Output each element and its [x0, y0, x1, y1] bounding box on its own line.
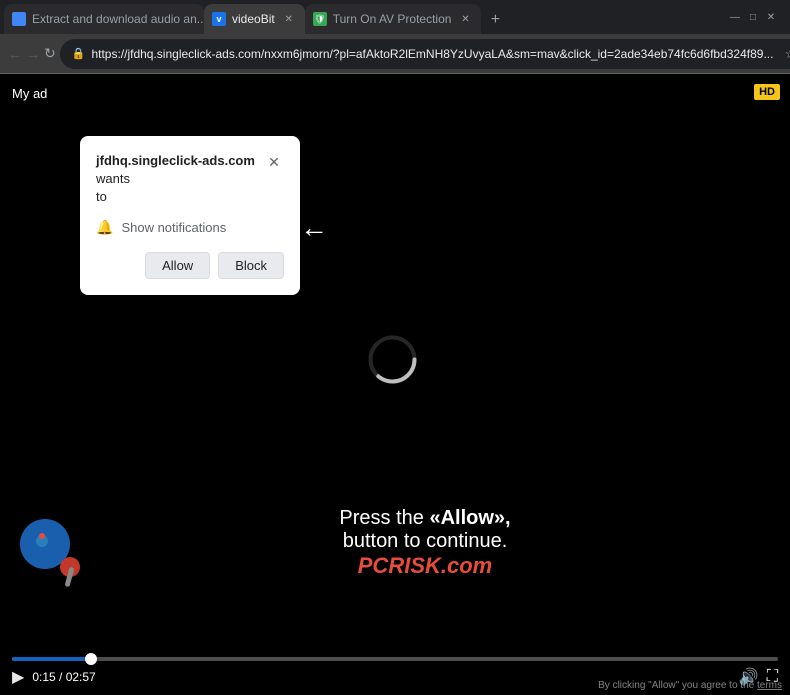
- overlay-press-text: Press the «Allow»,: [80, 507, 770, 530]
- overlay-continue-text: button to continue.: [80, 530, 770, 553]
- hd-badge: HD: [754, 84, 780, 100]
- bell-icon: 🔔: [96, 219, 113, 236]
- progress-thumb: [85, 653, 97, 665]
- play-icon[interactable]: ▶: [12, 667, 24, 687]
- tab-1-favicon: [12, 12, 26, 26]
- logo-svg: [30, 529, 60, 559]
- maximize-button[interactable]: □: [746, 10, 760, 24]
- tab-1[interactable]: Extract and download audio an... ✕: [4, 4, 204, 34]
- terms-link[interactable]: terms: [757, 680, 782, 691]
- block-button[interactable]: Block: [218, 252, 284, 279]
- controls-left: ▶ 0:15 / 02:57: [12, 667, 96, 687]
- arrow-indicator: ←: [300, 212, 328, 244]
- notification-popup: jfdhq.singleclick-ads.com wants to ✕ 🔔 S…: [80, 136, 300, 295]
- tab-2-label: videoBit: [232, 12, 275, 26]
- popup-title: jfdhq.singleclick-ads.com wants to: [96, 152, 264, 207]
- new-tab-button[interactable]: +: [481, 6, 509, 34]
- forward-button[interactable]: →: [26, 40, 40, 68]
- loading-spinner: [365, 332, 425, 392]
- window-controls: — □ ✕: [720, 10, 786, 24]
- video-label: My ad: [12, 86, 47, 101]
- popup-notification-row: 🔔 Show notifications: [96, 219, 284, 236]
- disclaimer: By clicking "Allow" you agree to the ter…: [598, 680, 782, 691]
- tab-3[interactable]: 🛡 Turn On AV Protection ✕: [305, 4, 482, 34]
- refresh-button[interactable]: ↻: [44, 40, 56, 68]
- minimize-button[interactable]: —: [728, 10, 742, 24]
- title-bar: Extract and download audio an... ✕ v vid…: [0, 0, 790, 34]
- spinner-svg: [365, 332, 420, 387]
- main-content: My ad HD: [0, 74, 790, 695]
- address-bar: ← → ↻ 🔒 https://jfdhq.singleclick-ads.co…: [0, 34, 790, 74]
- tab-3-label: Turn On AV Protection: [333, 12, 452, 26]
- progress-bar[interactable]: [12, 657, 778, 661]
- popup-close-button[interactable]: ✕: [264, 152, 284, 172]
- omnibox-actions: ☆ ⬇ 👤: [779, 43, 790, 65]
- omnibox[interactable]: 🔒 https://jfdhq.singleclick-ads.com/nxxm…: [60, 39, 790, 69]
- overlay-text-block: Press the «Allow», button to continue. P…: [80, 507, 770, 579]
- pcrisk-logo: [20, 519, 80, 579]
- back-button[interactable]: ←: [8, 40, 22, 68]
- notification-text: Show notifications: [121, 220, 226, 235]
- progress-filled: [12, 657, 89, 661]
- popup-header: jfdhq.singleclick-ads.com wants to ✕: [96, 152, 284, 207]
- tab-1-label: Extract and download audio an...: [32, 12, 204, 26]
- browser-frame: Extract and download audio an... ✕ v vid…: [0, 0, 790, 695]
- popup-buttons: Allow Block: [96, 252, 284, 279]
- close-button[interactable]: ✕: [764, 10, 778, 24]
- lock-icon: 🔒: [72, 47, 86, 60]
- tab-3-close[interactable]: ✕: [457, 11, 473, 27]
- tab-2-close[interactable]: ✕: [281, 11, 297, 27]
- tab-2[interactable]: v videoBit ✕: [204, 4, 305, 34]
- time-display: 0:15 / 02:57: [32, 670, 95, 684]
- allow-button[interactable]: Allow: [145, 252, 210, 279]
- tab-3-favicon: 🛡: [313, 12, 327, 26]
- tab-strip: Extract and download audio an... ✕ v vid…: [4, 0, 720, 34]
- star-icon[interactable]: ☆: [779, 43, 790, 65]
- url-display: https://jfdhq.singleclick-ads.com/nxxm6j…: [91, 47, 773, 61]
- overlay-bottom: Press the «Allow», button to continue. P…: [0, 507, 790, 589]
- tab-2-favicon: v: [212, 12, 226, 26]
- overlay-site-text: PCRISK.com: [80, 553, 770, 579]
